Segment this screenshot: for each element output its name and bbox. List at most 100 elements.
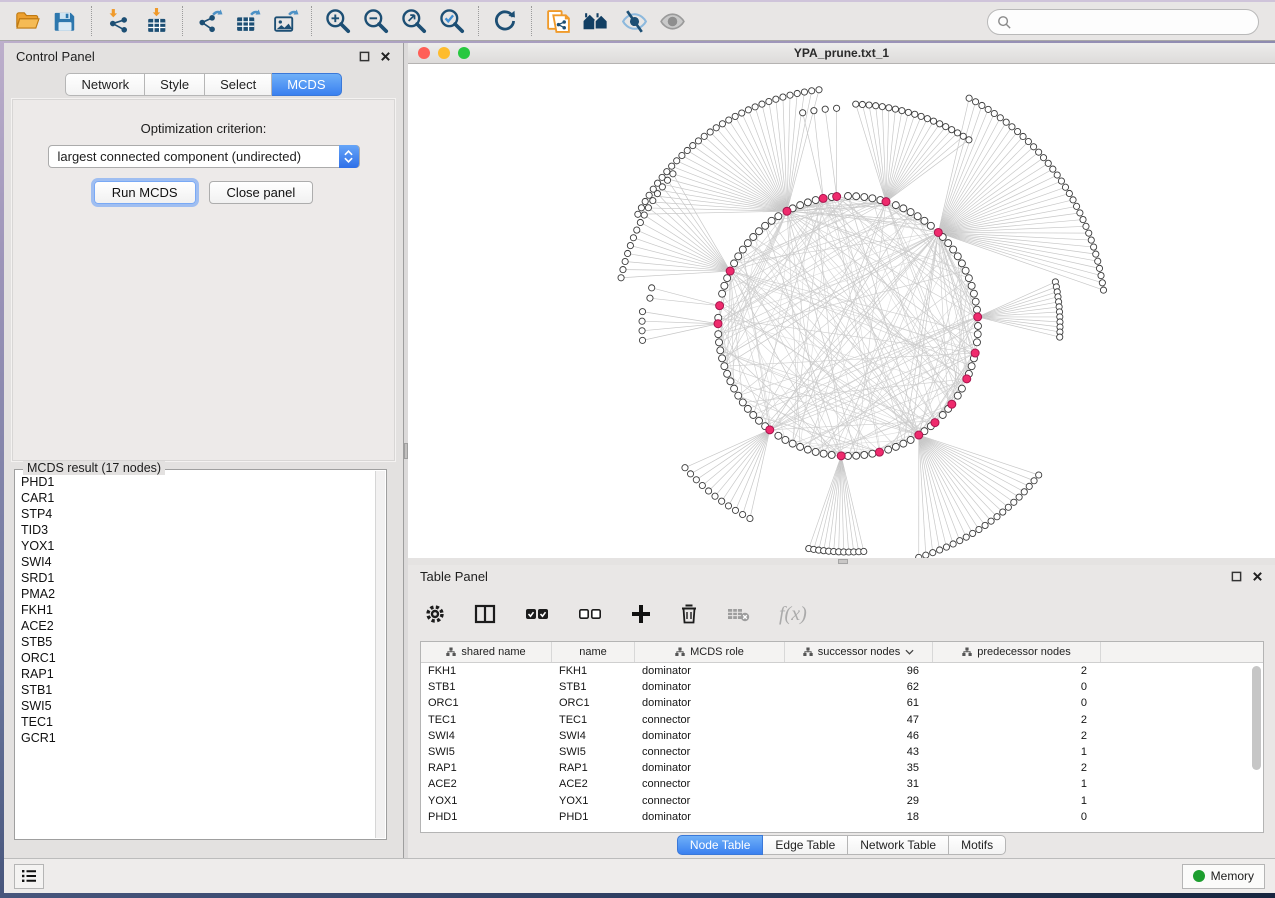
hide-selected-icon[interactable] [615,4,653,38]
graph-node[interactable] [735,253,742,260]
cell[interactable]: PHD1 [552,809,635,825]
mcds-hub-node[interactable] [726,267,734,275]
select-all-icon[interactable] [524,603,550,625]
mcds-hub-node[interactable] [948,400,956,408]
graph-node[interactable] [958,260,965,267]
import-table-icon[interactable] [137,4,175,38]
graph-node[interactable] [892,443,899,450]
graph-node[interactable] [958,385,965,392]
mcds-result-item[interactable]: TEC1 [21,714,374,730]
tab-node-table[interactable]: Node Table [677,835,764,855]
mcds-hub-node[interactable] [833,192,841,200]
graph-node[interactable] [721,282,728,289]
graph-node[interactable] [744,240,751,247]
mcds-result-item[interactable]: RAP1 [21,666,374,682]
export-image-icon[interactable] [266,4,304,38]
mcds-hub-node[interactable] [882,198,890,206]
column-header-name[interactable]: name [552,642,635,662]
export-table-icon[interactable] [228,4,266,38]
graph-node[interactable] [727,378,734,385]
mcds-result-item[interactable]: STP4 [21,506,374,522]
zoom-out-icon[interactable] [357,4,395,38]
graph-node[interactable] [907,436,914,443]
graph-node[interactable] [845,193,852,200]
graph-node[interactable] [974,331,981,338]
tab-motifs[interactable]: Motifs [949,835,1006,855]
graph-node[interactable] [954,253,961,260]
cell[interactable]: 2 [933,663,1101,679]
table-row[interactable]: ORC1ORC1dominator610 [421,695,1263,711]
mcds-hub-node[interactable] [766,426,774,434]
graph-node[interactable] [885,446,892,453]
mcds-hub-node[interactable] [963,375,971,383]
network-graph[interactable] [408,64,1275,558]
cell[interactable]: 0 [933,695,1101,711]
mcds-result-item[interactable]: PHD1 [21,474,374,490]
window-minimize-icon[interactable] [438,47,450,59]
graph-node[interactable] [914,213,921,220]
mcds-hub-node[interactable] [931,419,939,427]
graph-node[interactable] [804,446,811,453]
splitter-grip[interactable] [838,559,848,564]
cell[interactable]: STB1 [421,679,552,695]
cell[interactable]: 61 [785,695,933,711]
cell[interactable]: 29 [785,793,933,809]
mcds-hub-node[interactable] [783,207,791,215]
graph-node[interactable] [789,440,796,447]
graph-node[interactable] [950,246,957,253]
graph-node[interactable] [962,267,969,274]
cell[interactable]: SWI4 [552,728,635,744]
graph-node[interactable] [719,355,726,362]
tab-mcds[interactable]: MCDS [272,73,341,96]
cell[interactable]: STB1 [552,679,635,695]
graph-node[interactable] [945,240,952,247]
table-row[interactable]: TEC1TEC1connector472 [421,712,1263,728]
mcds-result-item[interactable]: STB5 [21,634,374,650]
cell[interactable]: YOX1 [552,793,635,809]
table-row[interactable]: YOX1YOX1connector291 [421,793,1263,809]
delete-column-icon[interactable] [679,603,699,625]
cell[interactable]: 2 [933,728,1101,744]
mcds-hub-node[interactable] [714,320,722,328]
graph-node[interactable] [927,222,934,229]
table-row[interactable]: SWI4SWI4dominator462 [421,728,1263,744]
graph-node[interactable] [721,363,728,370]
cell[interactable]: 47 [785,712,933,728]
import-network-icon[interactable] [99,4,137,38]
close-icon[interactable] [1252,571,1263,582]
cell[interactable]: SWI5 [552,744,635,760]
table-row[interactable]: ACE2ACE2connector311 [421,776,1263,792]
zoom-fit-icon[interactable] [395,4,433,38]
delete-table-icon[interactable] [726,603,752,625]
graph-node[interactable] [900,205,907,212]
cell[interactable]: 1 [933,744,1101,760]
column-header-successor-nodes[interactable]: successor nodes [785,642,933,662]
graph-node[interactable] [812,448,819,455]
show-all-icon[interactable] [653,4,691,38]
mcds-result-item[interactable]: SWI5 [21,698,374,714]
mcds-hub-node[interactable] [875,448,883,456]
mcds-result-item[interactable]: GCR1 [21,730,374,746]
mcds-result-item[interactable]: YOX1 [21,538,374,554]
refresh-view-icon[interactable] [486,4,524,38]
cell[interactable]: YOX1 [421,793,552,809]
graph-node[interactable] [939,411,946,418]
cell[interactable]: ACE2 [552,776,635,792]
zoom-in-icon[interactable] [319,4,357,38]
cell[interactable]: 18 [785,809,933,825]
graph-node[interactable] [724,275,731,282]
graph-node[interactable] [731,260,738,267]
graph-node[interactable] [731,385,738,392]
clone-network-icon[interactable] [539,4,577,38]
graph-node[interactable] [869,195,876,202]
graph-node[interactable] [968,363,975,370]
graph-node[interactable] [921,217,928,224]
graph-node[interactable] [756,417,763,424]
graph-node[interactable] [965,275,972,282]
horizontal-splitter[interactable] [408,558,1275,565]
cell[interactable]: 31 [785,776,933,792]
toggle-panels-icon[interactable] [473,603,497,625]
graph-node[interactable] [861,194,868,201]
graph-node[interactable] [900,440,907,447]
open-session-icon[interactable] [8,4,46,38]
